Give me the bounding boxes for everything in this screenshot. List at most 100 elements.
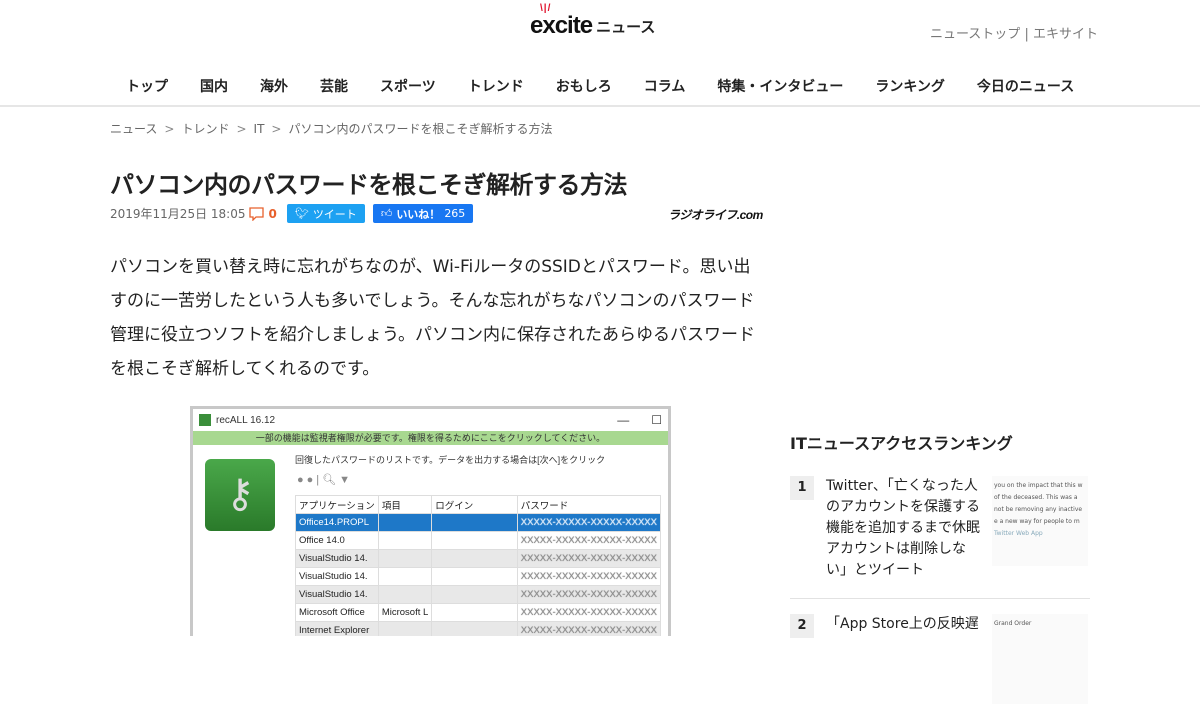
ranking-title: ITニュースアクセスランキング	[790, 434, 1013, 453]
breadcrumb-sep: >	[271, 122, 282, 136]
cell	[431, 603, 518, 622]
cell	[431, 621, 518, 636]
cell	[377, 621, 433, 636]
nav-features[interactable]: 特集・インタビュー	[701, 74, 859, 98]
like-label: いいね！	[396, 207, 441, 221]
table-row: Office 14.0 XXXXX-XXXXX-XXXXX-XXXXX	[295, 531, 662, 550]
table-row: Microsoft Office Microsoft L XXXXX-XXXXX-X…	[295, 603, 662, 622]
comment-link[interactable]: 0	[249, 206, 277, 221]
cell	[431, 585, 518, 604]
thumb-text: Grand Order	[994, 620, 1032, 627]
nav-trend[interactable]: トレンド	[452, 74, 540, 98]
tweet-button[interactable]: 🐦︎ ツイート	[286, 204, 365, 223]
article-date: 2019年11月25日 18:05	[110, 207, 246, 221]
cell: XXXXX-XXXXX-XXXXX-XXXXX	[516, 513, 662, 532]
cell: VisualStudio 14.	[295, 567, 379, 586]
maximize-icon: ☐	[651, 413, 662, 427]
tweet-label: ツイート	[312, 207, 357, 221]
cell	[377, 567, 433, 586]
breadcrumb: ニュース > トレンド > IT > パソコン内のパスワードを根こそぎ解析する方法	[110, 120, 553, 137]
thumbs-up-icon: 👍︎	[380, 207, 393, 220]
nav-column[interactable]: コラム	[628, 74, 702, 98]
cell	[431, 513, 518, 532]
excite-logo: \|/excite	[530, 3, 593, 39]
nav-today[interactable]: 今日のニュース	[961, 74, 1090, 98]
like-button[interactable]: 👍︎ いいね！ 265	[372, 204, 474, 223]
nav-divider	[0, 105, 1200, 107]
admin-warning: 一部の機能は監視者権限が必要です。権限を得るためにここをクリックしてください。	[193, 431, 668, 445]
breadcrumb-trend[interactable]: トレンド	[181, 122, 229, 136]
key-icon: ⚷	[205, 459, 275, 531]
cell: Internet Explorer	[295, 621, 379, 636]
cell: Office14.PROPL	[295, 513, 379, 532]
cell: XXXXX-XXXXX-XXXXX-XXXXX	[516, 603, 662, 622]
table-row: VisualStudio 14. XXXXX-XXXXX-XXXXX-XXXXX	[295, 567, 662, 586]
thumb-text: Twitter Web App	[994, 530, 1043, 537]
nav-funny[interactable]: おもしろ	[540, 74, 628, 98]
article-image: recALL 16.12 — ☐ 一部の機能は監視者権限が必要です。権限を得るために…	[190, 406, 671, 636]
breadcrumb-it[interactable]: IT	[254, 122, 265, 136]
link-separator: |	[1024, 27, 1029, 42]
cell: XXXXX-XXXXX-XXXXX-XXXXX	[516, 567, 662, 586]
breadcrumb-sep: >	[164, 122, 175, 136]
cell	[431, 567, 518, 586]
cell	[377, 549, 433, 568]
ranking-thumbnail[interactable]: Grand Order	[992, 614, 1088, 704]
source-logo[interactable]: ラジオライフ.com	[668, 206, 763, 223]
breadcrumb-current: パソコン内のパスワードを根こそぎ解析する方法	[288, 122, 553, 136]
cell: XXXXX-XXXXX-XXXXX-XXXXX	[516, 549, 662, 568]
nav-entertainment[interactable]: 芸能	[304, 74, 364, 98]
thumb-text: of the deceased. This was a	[994, 494, 1078, 501]
password-table: アプリケーション 項目 ログイン パスワード Office14.PROPL XXXXX-…	[295, 495, 662, 636]
cell: XXXXX-XXXXX-XXXXX-XXXXX	[516, 585, 662, 604]
cell: Microsoft L	[377, 603, 433, 622]
thumb-text: not be removing any inactive	[994, 506, 1083, 513]
comment-count: 0	[268, 206, 277, 221]
nav-ranking[interactable]: ランキング	[859, 74, 961, 98]
thumb-text: you on the impact that this w	[994, 482, 1083, 489]
thumb-text: e a new way for people to m	[994, 518, 1080, 525]
news-top-link[interactable]: ニューストップ	[930, 27, 1020, 42]
twitter-bird-icon: 🐦︎	[294, 207, 309, 220]
window-titlebar: recALL 16.12 — ☐	[193, 409, 668, 431]
cell	[431, 549, 518, 568]
nav-top[interactable]: トップ	[110, 74, 184, 98]
ranking-headline[interactable]: Twitter、「亡くなった人のアカウントを保護する機能を追加するまで休眠アカウ…	[826, 476, 984, 581]
app-icon	[199, 414, 211, 426]
article-title: パソコン内のパスワードを根こそぎ解析する方法	[110, 171, 628, 199]
excite-news-logo[interactable]: \|/excite ニュース	[530, 3, 655, 40]
col-header: パスワード	[516, 495, 662, 514]
ranking-headline[interactable]: 「App Store上の反映遅	[826, 614, 984, 704]
excite-link[interactable]: エキサイト	[1033, 27, 1098, 42]
top-links: ニューストップ | エキサイト	[930, 23, 1098, 42]
col-header: アプリケーション	[295, 495, 379, 514]
ranking-divider	[790, 598, 1090, 599]
table-row: VisualStudio 14. XXXXX-XXXXX-XXXXX-XXXXX	[295, 585, 662, 604]
nav-sports[interactable]: スポーツ	[364, 74, 452, 98]
cell: XXXXX-XXXXX-XXXXX-XXXXX	[516, 621, 662, 636]
toolbar-icons: ●●|🔍︎▼	[297, 474, 353, 486]
ranking-item[interactable]: 1 Twitter、「亡くなった人のアカウントを保護する機能を追加するまで休眠ア…	[790, 476, 1090, 581]
table-row: Office14.PROPL XXXXX-XXXXX-XXXXX-XXXXX	[295, 513, 662, 532]
nav-overseas[interactable]: 海外	[244, 74, 304, 98]
nav-domestic[interactable]: 国内	[184, 74, 244, 98]
article-body: パソコンを買い替え時に忘れがちなのが、Wi-FiルータのSSIDとパスワード。思…	[110, 257, 755, 379]
cell: VisualStudio 14.	[295, 549, 379, 568]
rank-number: 2	[790, 614, 814, 638]
cell	[431, 531, 518, 550]
cell: VisualStudio 14.	[295, 585, 379, 604]
window-title: recALL 16.12	[216, 414, 276, 426]
col-header: ログイン	[431, 495, 518, 514]
breadcrumb-news[interactable]: ニュース	[110, 122, 157, 136]
cell: Microsoft Office	[295, 603, 379, 622]
cell	[377, 531, 433, 550]
article-meta: 2019年11月25日 18:05 0 🐦︎ ツイート 👍︎ いいね！ 265	[110, 204, 474, 223]
cell	[377, 513, 433, 532]
cell: XXXXX-XXXXX-XXXXX-XXXXX	[516, 531, 662, 550]
cell: Office 14.0	[295, 531, 379, 550]
ranking-item[interactable]: 2 「App Store上の反映遅 Grand Order	[790, 614, 1090, 704]
ranking-thumbnail[interactable]: you on the impact that this w of the dec…	[992, 476, 1088, 566]
cell	[377, 585, 433, 604]
minimize-icon: —	[617, 413, 630, 427]
rank-number: 1	[790, 476, 814, 500]
